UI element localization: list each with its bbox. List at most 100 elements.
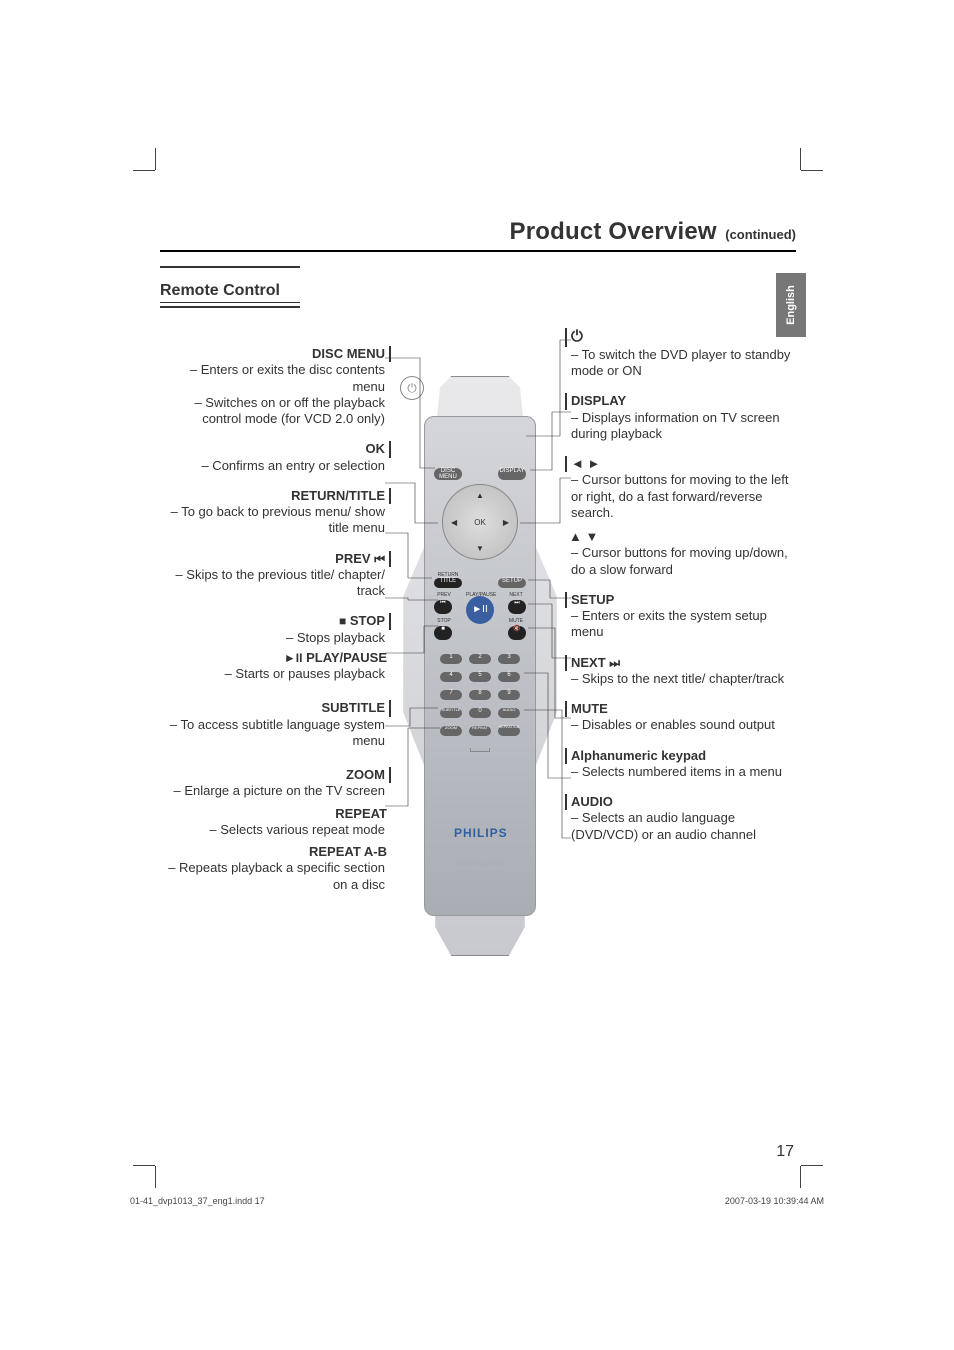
remote-key-0: 0 <box>469 708 491 718</box>
callout-label: PREV ⏮ <box>160 551 391 567</box>
crop-mark <box>133 1165 155 1166</box>
remote-stop-button: ■ <box>434 626 452 640</box>
right-callouts: ⏻ – To switch the DVD player to standby … <box>571 318 796 857</box>
divider <box>160 306 300 308</box>
callout-next: NEXT ⏭ – Skips to the next title/ chapte… <box>571 655 796 688</box>
callout-desc: – To go back to previous menu/ show titl… <box>160 504 385 537</box>
down-arrow-icon: ▼ <box>476 544 484 553</box>
callout-label: RETURN/TITLE <box>160 488 391 504</box>
callout-desc: – Selects an audio language (DVD/VCD) or… <box>571 810 796 843</box>
callout-label: SETUP <box>565 592 796 608</box>
power-icon: ⏻ <box>565 328 796 347</box>
remote-ok-button: OK <box>474 518 486 527</box>
callout-desc: – Enters or exits the system setup menu <box>571 608 796 641</box>
callout-desc: – Selects numbered items in a menu <box>571 764 796 780</box>
callout-play-pause: ►II PLAY/PAUSE – Starts or pauses playba… <box>160 650 385 683</box>
remote-subtitle-button: SUBTITLE <box>440 708 462 718</box>
divider <box>160 302 300 303</box>
remote-next-button: ⏭ <box>508 600 526 614</box>
callout-desc: – Cursor buttons for moving up/down, do … <box>571 545 796 578</box>
remote-key-1: 1 <box>440 654 462 664</box>
callout-label: REPEAT <box>160 806 391 822</box>
remote-display-button: DISPLAY <box>498 468 526 480</box>
remote-key-8: 8 <box>469 690 491 700</box>
remote-title-button: TITLE <box>434 578 462 588</box>
remote-key-2: 2 <box>469 654 491 664</box>
footer-filename: 01-41_dvp1013_37_eng1.indd 17 <box>130 1196 265 1206</box>
callout-desc: – Selects various repeat mode <box>160 822 385 838</box>
section-heading: Remote Control <box>160 282 796 300</box>
callout-label: OK <box>160 441 391 457</box>
remote-key-9: 9 <box>498 690 520 700</box>
crop-mark <box>155 148 156 170</box>
up-down-arrow-icon: ▲ ▼ <box>565 529 796 545</box>
up-arrow-icon: ▲ <box>476 491 484 500</box>
callout-label: DISPLAY <box>565 393 796 409</box>
callout-repeat-ab: REPEAT A-B – Repeats playback a specific… <box>160 844 385 893</box>
remote-power-button: ⏻ <box>400 376 424 400</box>
page-title-row: Product Overview (continued) <box>160 218 796 252</box>
callout-desc: – Confirms an entry or selection <box>160 458 385 474</box>
remote-disc-menu-button: DISC MENU <box>434 468 462 480</box>
callout-mute: MUTE – Disables or enables sound output <box>571 701 796 734</box>
callout-left-right: ◄ ► – Cursor buttons for moving to the l… <box>571 456 796 521</box>
remote-repeat-ab-button: REPEAT A-B <box>498 726 520 736</box>
page-title: Product Overview <box>510 218 717 245</box>
remote-setup-button: SETUP <box>498 578 526 588</box>
remote-mute-button: 🔇 <box>508 626 526 640</box>
callout-audio: AUDIO – Selects an audio language (DVD/V… <box>571 794 796 843</box>
callout-stop: ■ STOP – Stops playback <box>160 613 385 646</box>
prev-icon: ⏮ <box>374 552 385 566</box>
remote-next-label: NEXT <box>506 592 526 598</box>
callout-zoom: ZOOM – Enlarge a picture on the TV scree… <box>160 767 385 800</box>
callout-label: MUTE <box>565 701 796 717</box>
callout-desc: – Stops playback <box>160 630 385 646</box>
callout-label: ■ STOP <box>160 613 391 629</box>
callout-setup: SETUP – Enters or exits the system setup… <box>571 592 796 641</box>
next-icon: ⏭ <box>609 656 620 670</box>
callout-repeat: REPEAT – Selects various repeat mode <box>160 806 385 839</box>
callout-desc: – Enlarge a picture on the TV screen <box>160 783 385 799</box>
page: Product Overview (continued) English Rem… <box>0 0 954 1350</box>
remote-repeat-button: REPEAT <box>469 726 491 736</box>
callout-prev: PREV ⏮ – Skips to the previous title/ ch… <box>160 551 385 600</box>
crop-mark <box>801 170 823 171</box>
remote-prev-button: ⏮ <box>434 600 452 614</box>
remote-diagram: DISC MENU – Enters or exits the disc con… <box>160 318 796 1058</box>
callout-desc: – Cursor buttons for moving to the left … <box>571 472 796 521</box>
remote-stop-label: STOP <box>434 618 454 624</box>
content-area: Product Overview (continued) English Rem… <box>160 218 796 1158</box>
callout-desc: – Disables or enables sound output <box>571 717 796 733</box>
right-arrow-icon: ▶ <box>503 518 509 527</box>
callout-return-title: RETURN/TITLE – To go back to previous me… <box>160 488 385 537</box>
page-title-continued: (continued) <box>725 227 796 242</box>
power-icon: ⏻ <box>407 381 417 396</box>
left-arrow-icon: ◀ <box>451 518 457 527</box>
callout-desc: – Switches on or off the playback contro… <box>160 395 385 428</box>
callout-desc: – Repeats playback a specific section on… <box>160 860 385 893</box>
remote-mute-label: MUTE <box>506 618 526 624</box>
callout-desc: – Starts or pauses playback <box>160 666 385 682</box>
remote-key-4: 4 <box>440 672 462 682</box>
page-number: 17 <box>776 1143 794 1161</box>
callout-desc: – To access subtitle language system men… <box>160 717 385 750</box>
callout-display: DISPLAY – Displays information on TV scr… <box>571 393 796 442</box>
callout-desc: – Enters or exits the disc contents menu <box>160 362 385 395</box>
left-right-arrow-icon: ◄ ► <box>565 456 796 472</box>
remote-audio-button: AUDIO <box>498 708 520 718</box>
callout-label-text: STOP <box>346 613 385 628</box>
callout-label-text: PLAY/PAUSE <box>302 650 387 665</box>
callout-label: ►II PLAY/PAUSE <box>160 650 391 666</box>
remote-dpad: OK ▲ ▼ ◀ ▶ <box>442 484 518 560</box>
remote-brand-logo: PHILIPS <box>454 826 508 840</box>
play-pause-icon: ►II <box>284 651 303 665</box>
remote-control-image: ⏻ DISC MENU DISPLAY OK ▲ ▼ ◀ ▶ RETURN TI… <box>400 376 560 956</box>
left-callouts: DISC MENU – Enters or exits the disc con… <box>160 318 385 907</box>
callout-label: ZOOM <box>160 767 391 783</box>
crop-mark <box>800 148 801 170</box>
callout-desc: – Skips to the previous title/ chapter/ … <box>160 567 385 600</box>
callout-desc: – Displays information on TV screen duri… <box>571 410 796 443</box>
callout-disc-menu: DISC MENU – Enters or exits the disc con… <box>160 346 385 427</box>
callout-label-text: NEXT <box>571 655 609 670</box>
crop-mark <box>800 1166 801 1188</box>
